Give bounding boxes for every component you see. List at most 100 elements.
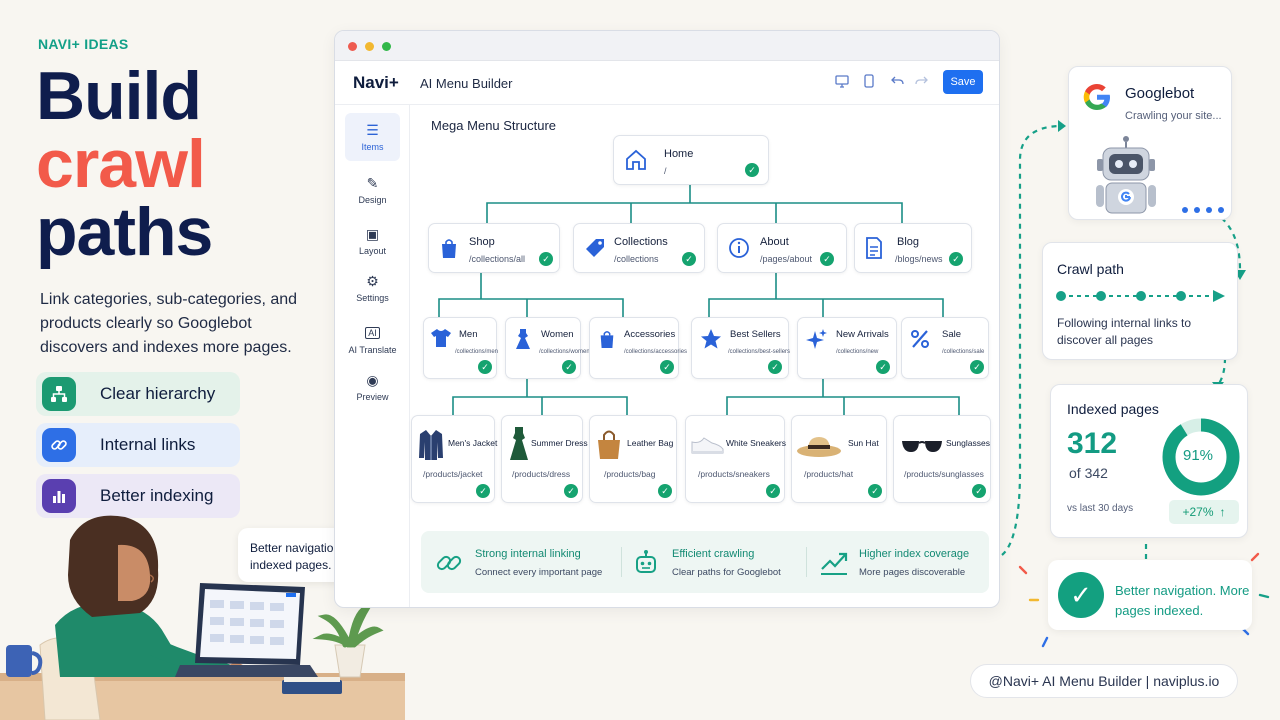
node-title: Home xyxy=(664,148,694,160)
link-icon xyxy=(435,549,463,583)
tree-node-leather-bag[interactable]: Leather Bag /products/bag ✓ xyxy=(589,415,677,503)
node-path: /collections/best-sellers xyxy=(728,349,791,355)
node-path: /products/bag xyxy=(604,469,656,479)
node-path: /products/sneakers xyxy=(698,469,770,479)
benefit-title: Efficient crawling xyxy=(672,548,755,560)
star-icon xyxy=(700,328,722,355)
tree-node-best-sellers[interactable]: Best Sellers /collections/best-sellers ✓ xyxy=(691,317,791,379)
jacket-icon xyxy=(418,428,444,467)
check-icon: ✓ xyxy=(766,484,780,498)
dress-icon xyxy=(514,328,532,355)
sparkle-icon xyxy=(806,328,828,355)
node-path: /products/jacket xyxy=(423,469,483,479)
check-icon: ✓ xyxy=(476,484,490,498)
chip-clear-hierarchy: Clear hierarchy xyxy=(36,372,240,416)
chip-label: Clear hierarchy xyxy=(100,384,216,403)
tree-node-blog[interactable]: Blog /blogs/news ✓ xyxy=(854,223,972,273)
result-text: Better navigation. More pages indexed. xyxy=(1115,583,1250,618)
check-circle-icon: ✓ xyxy=(1058,572,1104,618)
chip-label: Internal links xyxy=(100,435,196,454)
robot-icon xyxy=(1093,135,1159,222)
benefit-subtitle: More pages discoverable xyxy=(859,567,966,578)
indexed-total: of 342 xyxy=(1069,465,1108,481)
tree-node-white-sneakers[interactable]: White Sneakers /products/sneakers ✓ xyxy=(685,415,786,503)
home-icon xyxy=(624,148,648,177)
benefit-title: Strong internal linking xyxy=(475,548,581,560)
googlebot-title: Googlebot xyxy=(1125,85,1195,102)
check-icon: ✓ xyxy=(768,360,782,374)
node-title: New Arrivals xyxy=(836,329,889,340)
check-icon: ✓ xyxy=(972,484,986,498)
crawl-path-description: Following internal links to discover all… xyxy=(1057,316,1192,347)
node-title: Leather Bag xyxy=(627,438,674,448)
node-title: Blog xyxy=(897,236,920,248)
benefit-title: Higher index coverage xyxy=(859,548,970,560)
tree-node-accessories[interactable]: Accessories /collections/accessories ✓ xyxy=(589,317,687,379)
node-title: Men xyxy=(459,329,478,340)
node-path: /collections/women xyxy=(539,349,590,355)
check-icon: ✓ xyxy=(682,252,696,266)
check-icon: ✓ xyxy=(478,360,492,374)
robot-icon xyxy=(632,549,660,583)
check-icon: ✓ xyxy=(745,163,759,177)
feature-chips: Clear hierarchy Internal links Better in… xyxy=(36,372,240,525)
check-icon: ✓ xyxy=(970,360,984,374)
sunglasses-icon xyxy=(900,438,944,459)
hero-headline: Build crawl paths xyxy=(36,58,213,270)
tree-node-collections[interactable]: Collections /collections ✓ xyxy=(573,223,705,273)
document-icon xyxy=(865,237,883,264)
loading-dots xyxy=(1181,201,1225,219)
hierarchy-icon xyxy=(42,377,76,411)
hero-lead: Link categories, sub-categories, and pro… xyxy=(40,291,298,356)
indexed-delta: +27% xyxy=(1182,505,1214,519)
node-path: /collections/all xyxy=(469,254,526,264)
check-icon: ✓ xyxy=(564,484,578,498)
node-path: /collections xyxy=(614,254,659,264)
tree-node-men[interactable]: Men /collections/men ✓ xyxy=(423,317,498,379)
indexed-comparison-label: vs last 30 days xyxy=(1067,503,1134,514)
node-path: /pages/about xyxy=(760,254,813,264)
tree-node-new-arrivals[interactable]: New Arrivals /collections/new ✓ xyxy=(797,317,897,379)
benefit-subtitle: Clear paths for Googlebot xyxy=(672,567,781,578)
check-icon: ✓ xyxy=(660,360,674,374)
sneaker-icon xyxy=(690,434,724,461)
tree-node-sunglasses[interactable]: Sunglasses /products/sunglasses ✓ xyxy=(893,415,991,503)
google-logo-icon xyxy=(1081,81,1113,118)
shirt-icon xyxy=(430,328,452,353)
tree-node-women[interactable]: Women /collections/women ✓ xyxy=(505,317,590,379)
googlebot-card: Googlebot Crawling your site... xyxy=(1068,66,1232,220)
indexed-count: 312 xyxy=(1067,427,1118,460)
arrow-up-icon: ↑ xyxy=(1219,505,1226,519)
node-title: Shop xyxy=(469,236,495,248)
node-title: Sun Hat xyxy=(848,438,879,448)
check-icon: ✓ xyxy=(658,484,672,498)
node-path: /products/sunglasses xyxy=(904,469,984,479)
bag-icon xyxy=(439,237,459,264)
divider xyxy=(621,547,622,577)
node-path: / xyxy=(664,166,667,176)
tree-node-home[interactable]: Home / ✓ xyxy=(613,135,769,185)
eyebrow-label: NAVI+ IDEAS xyxy=(38,36,129,52)
node-path: /products/hat xyxy=(804,469,854,479)
check-icon: ✓ xyxy=(562,360,576,374)
hero-line-3: paths xyxy=(36,194,213,270)
node-title: Collections xyxy=(614,236,668,248)
hero-line-1: Build xyxy=(36,58,202,134)
check-icon: ✓ xyxy=(876,360,890,374)
indexed-delta-badge: +27% ↑ xyxy=(1169,500,1239,524)
crawl-path-card: Crawl path Following internal links to d… xyxy=(1042,242,1238,360)
divider xyxy=(806,547,807,577)
hat-icon xyxy=(796,434,842,463)
check-icon: ✓ xyxy=(539,252,553,266)
tag-icon xyxy=(584,237,606,264)
tree-node-sun-hat[interactable]: Sun Hat /products/hat ✓ xyxy=(791,415,887,503)
tree-node-mens-jacket[interactable]: Men's Jacket /products/jacket ✓ xyxy=(411,415,497,503)
node-path: /products/dress xyxy=(512,469,571,479)
tree-node-shop[interactable]: Shop /collections/all ✓ xyxy=(428,223,560,273)
tree-node-summer-dress[interactable]: Summer Dress /products/dress ✓ xyxy=(501,415,588,503)
link-icon xyxy=(42,428,76,462)
indexed-pages-card: Indexed pages 312 of 342 91% vs last 30 … xyxy=(1050,384,1248,538)
tree-node-about[interactable]: About /pages/about ✓ xyxy=(717,223,847,273)
result-card: ✓ Better navigation. More pages indexed. xyxy=(1048,560,1252,630)
tree-node-sale[interactable]: Sale /collections/sale ✓ xyxy=(901,317,989,379)
